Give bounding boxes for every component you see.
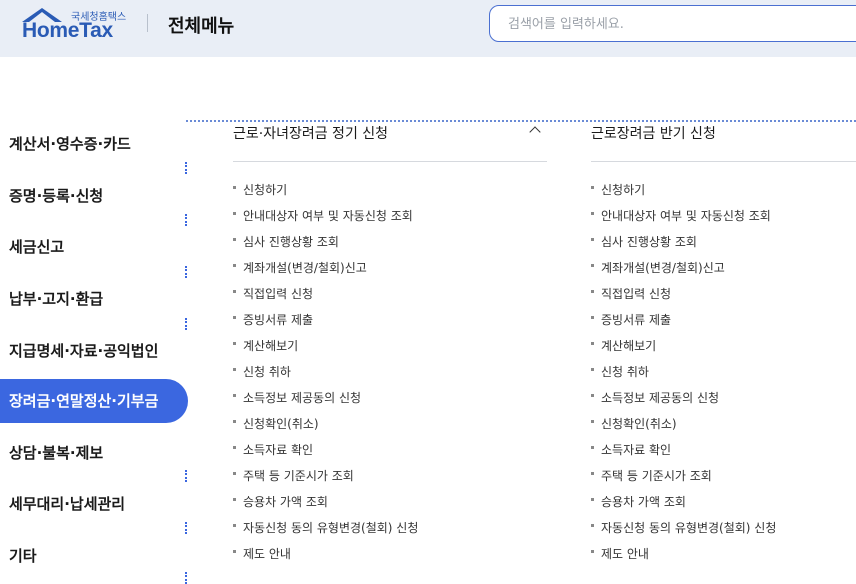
sidebar-item-incentive-yearend[interactable]: 장려금·연말정산·기부금 (0, 379, 188, 423)
list-item[interactable]: 소득자료 확인 (233, 441, 418, 467)
sidebar-item-payment-refund[interactable]: 납부·고지·환급 (0, 277, 188, 321)
menu-column-regular-incentive: 근로·자녀장려금 정기 신청 신청하기 안내대상자 여부 및 자동신청 조회 심… (233, 122, 547, 561)
list-item[interactable]: 자동신청 동의 유형변경(철회) 신청 (591, 519, 776, 545)
list-item[interactable]: 증빙서류 제출 (233, 311, 418, 337)
hometax-logo[interactable]: 국세청홈택스 HomeTax (20, 6, 132, 44)
sidebar: 계산서·영수증·카드 증명·등록·신청 세금신고 납부·고지·환급 지급명세·자… (0, 122, 190, 581)
header-divider (147, 14, 148, 32)
sidebar-separator (185, 318, 187, 330)
list-item[interactable]: 직접입력 신청 (591, 285, 776, 311)
list-item[interactable]: 승용차 가액 조회 (591, 493, 776, 519)
sidebar-item-invoice-receipt-card[interactable]: 계산서·영수증·카드 (0, 122, 188, 166)
sidebar-item-tax-agent[interactable]: 세무대리·납세관리 (0, 482, 188, 526)
list-item[interactable]: 신청하기 (233, 181, 418, 207)
logo-english-text: HomeTax (22, 19, 113, 42)
header: 국세청홈택스 HomeTax 전체메뉴 (0, 0, 856, 57)
list-item[interactable]: 주택 등 기준시가 조회 (233, 467, 418, 493)
sidebar-separator (185, 162, 187, 174)
sidebar-separator (185, 470, 187, 482)
menu-column-semiannual-incentive: 근로장려금 반기 신청 신청하기 안내대상자 여부 및 자동신청 조회 심사 진… (591, 122, 856, 561)
list-item[interactable]: 소득정보 제공동의 신청 (591, 389, 776, 415)
sidebar-item-payment-statement[interactable]: 지급명세·자료·공익법인 (0, 329, 188, 373)
list-item[interactable]: 승용차 가액 조회 (233, 493, 418, 519)
sidebar-item-etc[interactable]: 기타 (0, 534, 188, 578)
sidebar-separator (185, 522, 187, 534)
sidebar-separator (185, 266, 187, 278)
search-input[interactable] (508, 14, 848, 34)
list-item[interactable]: 계산해보기 (233, 337, 418, 363)
list-item[interactable]: 신청 취하 (233, 363, 418, 389)
list-item[interactable]: 안내대상자 여부 및 자동신청 조회 (591, 207, 776, 233)
column-divider (591, 161, 856, 162)
list-item[interactable]: 증빙서류 제출 (591, 311, 776, 337)
sidebar-item-tax-return[interactable]: 세금신고 (0, 225, 188, 269)
column-divider (233, 161, 547, 162)
sidebar-separator (185, 572, 187, 584)
list-item[interactable]: 소득자료 확인 (591, 441, 776, 467)
column-title[interactable]: 근로·자녀장려금 정기 신청 (233, 122, 547, 146)
list-item[interactable]: 소득정보 제공동의 신청 (233, 389, 418, 415)
list-item[interactable]: 제도 안내 (233, 545, 418, 571)
sidebar-separator (185, 214, 187, 226)
list-item[interactable]: 직접입력 신청 (233, 285, 418, 311)
list-item[interactable]: 계좌개설(변경/철회)신고 (233, 259, 418, 285)
list-item[interactable]: 심사 진행상황 조회 (591, 233, 776, 259)
page-title: 전체메뉴 (168, 16, 235, 37)
list-item[interactable]: 신청확인(취소) (233, 415, 418, 441)
list-item[interactable]: 안내대상자 여부 및 자동신청 조회 (233, 207, 418, 233)
sidebar-item-consultation-appeal[interactable]: 상담·불복·제보 (0, 431, 188, 475)
list-item[interactable]: 신청하기 (591, 181, 776, 207)
sidebar-item-certificate-registration[interactable]: 증명·등록·신청 (0, 174, 188, 218)
menu-list: 신청하기 안내대상자 여부 및 자동신청 조회 심사 진행상황 조회 계좌개설(… (591, 181, 776, 571)
list-item[interactable]: 계좌개설(변경/철회)신고 (591, 259, 776, 285)
list-item[interactable]: 자동신청 동의 유형변경(철회) 신청 (233, 519, 418, 545)
list-item[interactable]: 신청확인(취소) (591, 415, 776, 441)
list-item[interactable]: 주택 등 기준시가 조회 (591, 467, 776, 493)
column-title[interactable]: 근로장려금 반기 신청 (591, 122, 856, 146)
search-box[interactable] (489, 5, 856, 42)
menu-list: 신청하기 안내대상자 여부 및 자동신청 조회 심사 진행상황 조회 계좌개설(… (233, 181, 418, 571)
list-item[interactable]: 제도 안내 (591, 545, 776, 571)
list-item[interactable]: 계산해보기 (591, 337, 776, 363)
list-item[interactable]: 신청 취하 (591, 363, 776, 389)
list-item[interactable]: 심사 진행상황 조회 (233, 233, 418, 259)
